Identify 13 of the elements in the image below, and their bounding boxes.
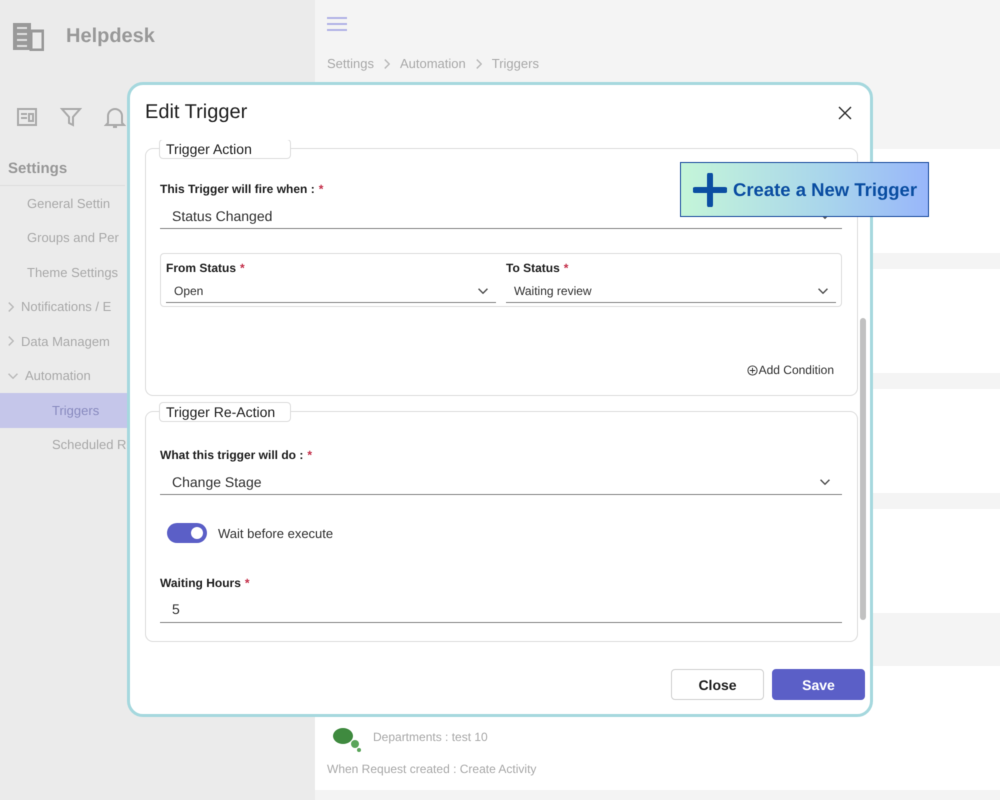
sidebar-heading: Settings (0, 130, 125, 186)
field-label: What this trigger will do : * (160, 447, 312, 463)
field-label: From Status * (166, 260, 245, 276)
department-text: Departments : test 10 (373, 730, 488, 744)
field-label: Waiting Hours * (160, 575, 250, 591)
field-label: To Status * (506, 260, 568, 276)
rule-text: When Request created : Create Activity (327, 762, 538, 776)
dialog-title: Edit Trigger (145, 101, 248, 124)
app-title: Helpdesk (66, 24, 155, 48)
field-label: This Trigger will fire when : * (160, 181, 324, 197)
section-legend: Trigger Action (159, 140, 291, 159)
toggle-label: Wait before execute (218, 526, 334, 540)
section-legend: Trigger Re-Action (159, 402, 291, 422)
